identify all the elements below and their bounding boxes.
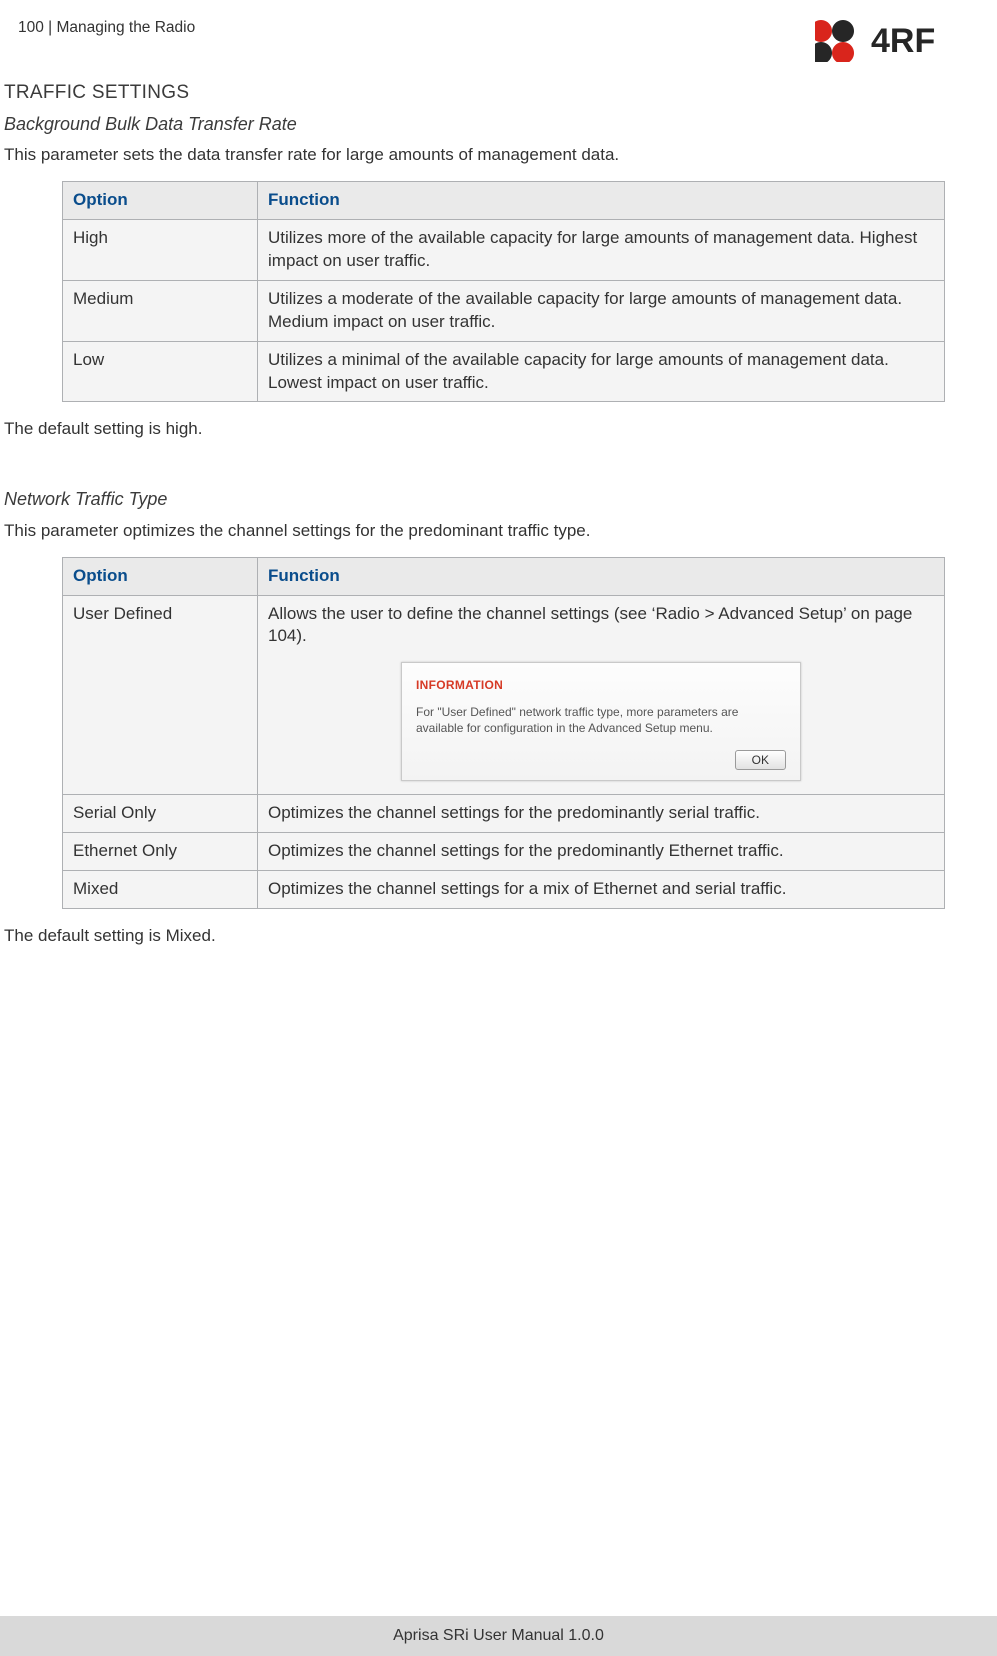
- brand-logo: 4RF: [815, 14, 965, 62]
- info-dialog-ok-button[interactable]: OK: [735, 750, 786, 770]
- table-bulk-rate: Option Function High Utilizes more of th…: [62, 181, 945, 403]
- cell-function: Utilizes more of the available capacity …: [258, 219, 945, 280]
- cell-function: Utilizes a moderate of the available cap…: [258, 280, 945, 341]
- info-dialog-body: For "User Defined" network traffic type,…: [416, 704, 786, 736]
- table-row: User Defined Allows the user to define t…: [63, 595, 945, 794]
- table-row: High Utilizes more of the available capa…: [63, 219, 945, 280]
- cell-function: Optimizes the channel settings for the p…: [258, 832, 945, 870]
- cell-option: High: [63, 219, 258, 280]
- footer-bar: Aprisa SRi User Manual 1.0.0: [0, 1616, 997, 1656]
- cell-option: User Defined: [63, 595, 258, 794]
- cell-function: Optimizes the channel settings for a mix…: [258, 870, 945, 908]
- table-network-traffic-type: Option Function User Defined Allows the …: [62, 557, 945, 909]
- cell-option: Ethernet Only: [63, 832, 258, 870]
- info-dialog-title: INFORMATION: [416, 677, 786, 693]
- col-header-option: Option: [63, 181, 258, 219]
- page-header-label: 100 | Managing the Radio: [4, 14, 195, 39]
- section-title-traffic-settings: TRAFFIC SETTINGS: [4, 80, 963, 106]
- default-note-network-traffic-type: The default setting is Mixed.: [4, 925, 963, 948]
- col-header-function: Function: [258, 557, 945, 595]
- cell-option: Low: [63, 341, 258, 402]
- table-row: Low Utilizes a minimal of the available …: [63, 341, 945, 402]
- cell-function: Utilizes a minimal of the available capa…: [258, 341, 945, 402]
- footer-text: Aprisa SRi User Manual 1.0.0: [393, 1625, 604, 1647]
- info-dialog: INFORMATION For "User Defined" network t…: [401, 662, 801, 781]
- param-desc-bulk-rate: This parameter sets the data transfer ra…: [4, 144, 963, 167]
- default-note-bulk-rate: The default setting is high.: [4, 418, 963, 441]
- param-title-network-traffic-type: Network Traffic Type: [4, 487, 963, 511]
- col-header-function: Function: [258, 181, 945, 219]
- cell-option: Mixed: [63, 870, 258, 908]
- param-title-bulk-rate: Background Bulk Data Transfer Rate: [4, 112, 963, 136]
- cell-option: Medium: [63, 280, 258, 341]
- cell-function: Allows the user to define the channel se…: [258, 595, 945, 794]
- param-desc-network-traffic-type: This parameter optimizes the channel set…: [4, 520, 963, 543]
- table-row: Medium Utilizes a moderate of the availa…: [63, 280, 945, 341]
- table-row: Mixed Optimizes the channel settings for…: [63, 870, 945, 908]
- table-row: Ethernet Only Optimizes the channel sett…: [63, 832, 945, 870]
- cell-function-text: Allows the user to define the channel se…: [268, 604, 912, 646]
- brand-text: 4RF: [871, 22, 935, 60]
- table-row: Serial Only Optimizes the channel settin…: [63, 794, 945, 832]
- cell-option: Serial Only: [63, 794, 258, 832]
- col-header-option: Option: [63, 557, 258, 595]
- cell-function: Optimizes the channel settings for the p…: [258, 794, 945, 832]
